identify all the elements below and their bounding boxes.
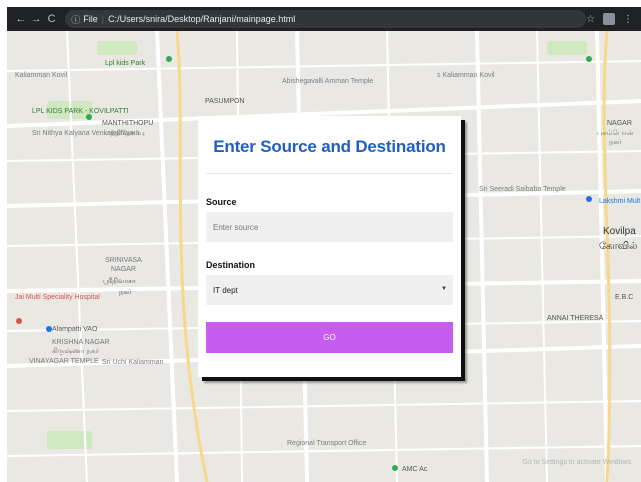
url-text[interactable]: C:/Users/snira/Desktop/Ranjani/mainpage.…: [108, 14, 295, 24]
map-label-lpl-kids-park-kovilpatti: LPL KIDS PARK - KOVILPATTI: [32, 108, 129, 115]
top-strip: [0, 0, 641, 7]
destination-label: Destination: [206, 260, 256, 270]
map-label-srinivasa: SRINIVASA: [105, 257, 142, 264]
destination-selected-value: IT dept: [213, 285, 238, 295]
map-label-amc: AMC Ac: [402, 466, 428, 473]
map-label-abishegavalli: Abishegavalli Amman Temple: [282, 78, 373, 85]
map-label-sri-seeradi: Sri Seeradi Saibaba Temple: [479, 186, 566, 193]
address-bar[interactable]: ⓘ File | C:/Users/snira/Desktop/Ranjani/…: [65, 10, 587, 28]
map-label-s-kaliamman-kovil: s Kaliamman Kovil: [437, 72, 495, 79]
forward-arrow-icon[interactable]: →: [28, 7, 43, 31]
extension-icon[interactable]: [603, 13, 615, 25]
map-label-nagar-tamil-right: நகர்: [609, 139, 622, 146]
reload-icon[interactable]: C: [44, 7, 59, 31]
toolbar-actions: ☆ ⋮: [586, 13, 641, 25]
map-label-krishna-nagar: KRISHNA NAGAR: [52, 339, 110, 346]
map-label-lakshmi-mult: Lakshmi Mult: [599, 198, 640, 205]
route-form-modal: Enter Source and Destination Source Dest…: [198, 116, 461, 377]
title-divider: [206, 173, 453, 174]
source-label: Source: [206, 197, 237, 207]
map-label-ebc: E.B.C: [615, 294, 633, 301]
file-label: File: [83, 14, 98, 24]
page-title: Enter Source and Destination: [213, 137, 446, 156]
map-label-vinayagar-temple: VINAYAGAR TEMPLE: [29, 358, 99, 365]
back-arrow-icon[interactable]: ←: [13, 7, 28, 31]
map-label-pasumpon: PASUMPON: [205, 98, 245, 105]
map-label-srinivasa-nagar: NAGAR: [111, 266, 136, 273]
map-label-sri-uchi-kaliamman: Sri Uchi Kaliamman: [102, 359, 164, 366]
go-button[interactable]: GO: [206, 322, 453, 353]
map-label-kovil-tamil: கோவில்: [599, 241, 637, 252]
map-label-annai-theresa: ANNAI THERESA: [547, 315, 604, 322]
map-label-srinivasa-nagar-tamil: நகர்: [119, 289, 132, 296]
bookmark-star-icon[interactable]: ☆: [586, 14, 595, 25]
map-label-kaliamman-kovil: Kaliamman Kovil: [15, 72, 68, 79]
chevron-down-icon: ▼: [441, 286, 447, 292]
map-label-nagar-right: NAGAR: [607, 120, 632, 127]
map-label-kovilpa: Kovilpa: [603, 226, 636, 237]
map-label-alampatti-vao: Alampatti VAO: [52, 326, 98, 333]
address-separator: |: [101, 14, 105, 24]
browser-toolbar: ← → C ⓘ File | C:/Users/snira/Desktop/Ra…: [7, 7, 641, 31]
browser-menu-icon[interactable]: ⋮: [623, 14, 633, 25]
info-icon[interactable]: ⓘ: [71, 13, 80, 26]
source-input[interactable]: [206, 212, 453, 242]
map-label-krishna-nagar-tamil: கிருஷ்ணா நகர்: [52, 348, 100, 355]
map-label-jai-multi: Jai Multi Speciality Hospital: [15, 294, 100, 301]
map-label-sri-nithya-kalyana: Sri Nithya Kalyana Venkateshwara...: [32, 130, 145, 137]
map-label-regional-transport: Regional Transport Office: [287, 440, 366, 447]
map-label-srinivasa-tamil: ஸ்ரீநிவாசா: [103, 278, 136, 285]
page-viewport: Kaliamman Kovil Lpl kids Park Abishegava…: [7, 31, 641, 482]
map-label-lpl-kids-park: Lpl kids Park: [105, 60, 146, 67]
map-label-pasumpon-tamil: பசும்பொன்: [597, 129, 634, 137]
destination-select[interactable]: IT dept ▼: [206, 275, 453, 305]
map-label-manthithopu: MANTHITHOPU: [102, 120, 153, 127]
windows-activation-watermark: Go to Settings to activate Windows.: [522, 459, 634, 466]
